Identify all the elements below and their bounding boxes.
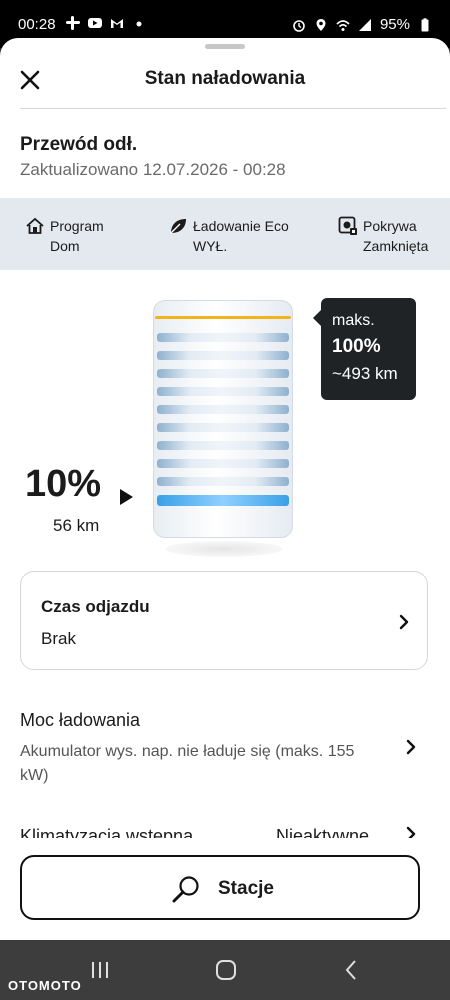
max-charge-line xyxy=(155,316,291,319)
battery-cell xyxy=(157,441,289,450)
stations-button[interactable]: Stacje xyxy=(20,855,420,920)
battery-cell xyxy=(157,477,289,486)
wifi-icon xyxy=(336,19,350,31)
battery-cell xyxy=(157,387,289,396)
sheet-grabber[interactable] xyxy=(205,44,245,49)
departure-title: Czas odjazdu xyxy=(41,597,150,616)
header-divider xyxy=(20,108,446,109)
charging-power-title: Moc ładowania xyxy=(20,710,141,730)
max-range: ~493 km xyxy=(332,364,398,383)
back-icon[interactable] xyxy=(340,958,364,982)
last-updated: Zaktualizowano 12.07.2026 - 00:28 xyxy=(20,160,286,179)
info-eco-label: Ładowanie Eco xyxy=(193,218,289,234)
departure-value: Brak xyxy=(41,629,76,648)
battery-cell xyxy=(157,423,289,432)
stations-label: Stacje xyxy=(218,878,274,899)
info-program-label: Program xyxy=(50,218,104,234)
header: Stan naładowania xyxy=(0,56,450,108)
battery-cell xyxy=(157,351,289,360)
info-flap-label: Pokrywa xyxy=(363,218,417,234)
battery-cell-charged xyxy=(157,495,289,506)
charging-power-description: Akumulator wys. nap. nie ładuje się (mak… xyxy=(20,743,355,784)
max-label: maks. xyxy=(332,312,375,329)
charge-level-percent: 10% xyxy=(25,463,102,505)
departure-time-card[interactable]: Czas odjazdu Brak xyxy=(20,571,428,670)
battery-percent: 95% xyxy=(379,16,410,33)
location-icon xyxy=(316,18,326,31)
plug-status: Przewód odł. xyxy=(20,134,138,155)
dot-icon xyxy=(136,21,142,27)
search-icon xyxy=(172,876,199,903)
gmail-icon xyxy=(111,19,123,28)
battery-cell xyxy=(157,405,289,414)
alarm-icon xyxy=(293,19,305,32)
page-title: Stan naładowania xyxy=(144,68,306,89)
battery-shadow xyxy=(165,541,283,557)
home-icon xyxy=(26,217,44,234)
battery-cell xyxy=(157,333,289,342)
battery-icon xyxy=(421,17,429,31)
chevron-right-icon xyxy=(406,739,416,755)
recent-apps-icon[interactable] xyxy=(88,958,112,982)
battery-visual xyxy=(153,300,293,538)
level-pointer-icon xyxy=(120,489,133,505)
leaf-icon xyxy=(170,219,186,234)
info-eco-value: WYŁ. xyxy=(193,238,228,254)
charge-port-icon xyxy=(338,216,357,235)
max-charge-tooltip: maks. 100% ~493 km xyxy=(313,298,416,400)
chevron-right-icon xyxy=(399,614,409,630)
notification-icons xyxy=(66,16,146,30)
battery-cell xyxy=(157,369,289,378)
charging-status-sheet: Stan naładowania Przewód odł. Zaktualizo… xyxy=(0,38,450,940)
signal-icon xyxy=(358,18,371,31)
info-flap-value: Zamknięta xyxy=(363,238,429,254)
status-time: 00:28 xyxy=(18,16,56,33)
youtube-icon xyxy=(88,18,102,28)
home-button-icon[interactable] xyxy=(214,958,238,982)
max-percent: 100% xyxy=(332,336,381,357)
charge-range: 56 km xyxy=(53,516,100,535)
battery-cell xyxy=(157,459,289,468)
slack-icon xyxy=(66,16,80,30)
system-icons: 95% xyxy=(292,16,432,33)
info-strip: Program Dom Ładowanie Eco WYŁ. Pokrywa Z… xyxy=(0,198,450,270)
watermark-logo: OTOMOTO xyxy=(8,978,82,993)
info-program-value: Dom xyxy=(50,238,80,254)
